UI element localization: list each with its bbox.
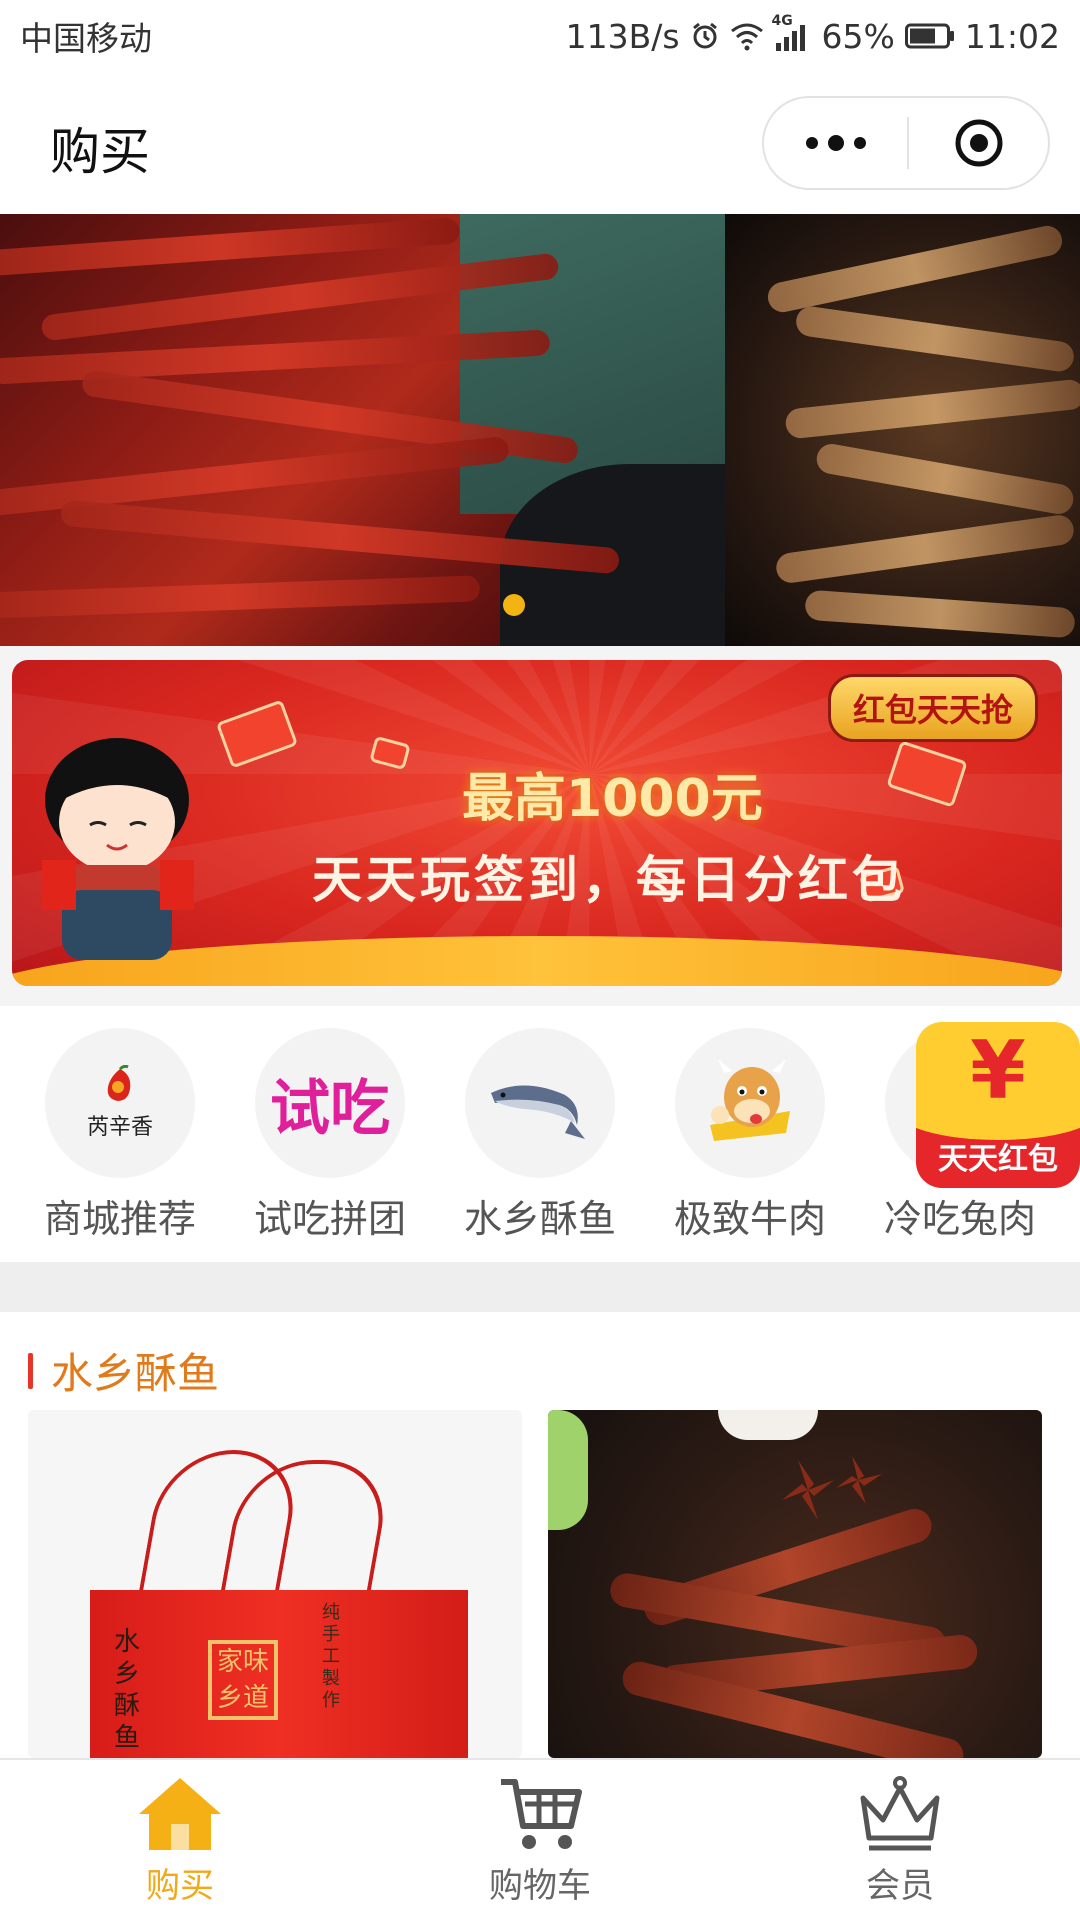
page-title: 购买 bbox=[50, 123, 150, 181]
network-speed: 113B/s bbox=[565, 16, 680, 56]
category-label: 极致牛肉 bbox=[673, 1197, 826, 1241]
crown-icon bbox=[860, 1776, 940, 1851]
redpacket-daily-badge: 红包天天抢 bbox=[827, 674, 1038, 742]
daily-redpacket-float-button[interactable]: ¥ 天天红包 bbox=[916, 1022, 1080, 1188]
box-side-text: 水乡酥鱼 bbox=[114, 1627, 141, 1753]
tab-label: 购买 bbox=[146, 1866, 214, 1906]
carrier-label: 中国移动 bbox=[20, 19, 152, 58]
box-craft-text: 纯手工製作 bbox=[322, 1602, 340, 1711]
fish-icon bbox=[465, 1028, 615, 1178]
promo-tagline: 天天玩签到，每日分红包 bbox=[312, 851, 906, 909]
section-accent-bar bbox=[28, 1352, 33, 1389]
section-header: 水乡酥鱼 bbox=[28, 1340, 219, 1401]
cart-icon bbox=[501, 1779, 582, 1849]
section-title: 水乡酥鱼 bbox=[51, 1349, 220, 1398]
category-label: 水乡酥鱼 bbox=[463, 1197, 616, 1241]
more-dots-icon[interactable] bbox=[764, 98, 907, 188]
hero-carousel[interactable] bbox=[0, 214, 1080, 646]
section-divider bbox=[0, 1262, 1080, 1312]
tab-cart[interactable]: 购物车 bbox=[360, 1760, 720, 1920]
bottom-tab-bar: 购买 购物车 会员 bbox=[0, 1758, 1080, 1920]
category-label: 冷吃兔肉 bbox=[883, 1197, 1036, 1241]
category-premium-beef[interactable]: 极致牛肉 bbox=[660, 1028, 840, 1241]
product-card-gift-box[interactable]: 水乡酥鱼 家味乡道 纯手工製作 bbox=[28, 1410, 522, 1758]
promo-headline: 最高1000元 bbox=[462, 769, 763, 829]
girl-mascot-image bbox=[42, 738, 194, 960]
target-close-icon[interactable] bbox=[909, 98, 1048, 188]
category-taste-group[interactable]: 试吃 试吃拼团 bbox=[240, 1028, 420, 1241]
shop-logo-text: 芮辛香 bbox=[86, 1115, 153, 1140]
taste-logo-text: 试吃 bbox=[270, 1073, 390, 1144]
status-right: 113B/s 4G 65% 11:02 bbox=[565, 13, 1060, 56]
category-label: 商城推荐 bbox=[43, 1197, 196, 1241]
checkin-redpacket-banner[interactable]: 红包天天抢 最高1000元 天天玩签到，每日分红包 bbox=[12, 660, 1062, 986]
tab-member[interactable]: 会员 bbox=[720, 1760, 1080, 1920]
wifi-icon bbox=[730, 21, 764, 51]
fried-fish-image bbox=[548, 1410, 1042, 1758]
promo-banner-wrap: 红包天天抢 最高1000元 天天玩签到，每日分红包 bbox=[0, 646, 1080, 1006]
network-type: 4G bbox=[771, 13, 793, 29]
tab-buy[interactable]: 购买 bbox=[0, 1760, 360, 1920]
shop-logo-icon: 芮辛香 bbox=[45, 1028, 195, 1178]
alarm-icon bbox=[690, 21, 720, 51]
category-label: 试吃拼团 bbox=[253, 1197, 406, 1241]
cow-mascot-icon bbox=[675, 1028, 825, 1178]
status-bar: 中国移动 113B/s 4G 65% 11:02 bbox=[0, 0, 1080, 72]
clock: 11:02 bbox=[964, 16, 1060, 56]
spicy-beef-jerky-image[interactable] bbox=[0, 214, 760, 646]
battery-icon bbox=[904, 22, 955, 50]
product-card-fried-fish[interactable] bbox=[548, 1410, 1042, 1758]
box-seal-text: 家味乡道 bbox=[208, 1640, 278, 1720]
crispy-fish-image[interactable] bbox=[725, 214, 1080, 646]
carousel-indicator-dot[interactable] bbox=[503, 594, 525, 616]
category-shop-recommend[interactable]: 芮辛香 商城推荐 bbox=[30, 1028, 210, 1241]
category-row: 芮辛香 商城推荐 试吃 试吃拼团 水乡酥鱼 极致牛肉 冷吃兔肉 ¥ 天天红包 bbox=[0, 1006, 1080, 1262]
taste-text-icon: 试吃 bbox=[255, 1028, 405, 1178]
daily-redpacket-label: 天天红包 bbox=[938, 1142, 1058, 1177]
signal-icon: 4G bbox=[772, 13, 812, 51]
yen-icon: ¥ bbox=[970, 1024, 1026, 1117]
tab-label: 会员 bbox=[866, 1866, 934, 1906]
home-icon bbox=[139, 1778, 221, 1850]
category-crispy-fish[interactable]: 水乡酥鱼 bbox=[450, 1028, 630, 1241]
mini-program-capsule bbox=[762, 96, 1050, 190]
gift-box-image: 水乡酥鱼 家味乡道 纯手工製作 bbox=[90, 1590, 468, 1758]
tab-label: 购物车 bbox=[489, 1866, 591, 1906]
nav-bar: 购买 bbox=[0, 72, 1080, 214]
battery-percent: 65% bbox=[821, 16, 895, 56]
